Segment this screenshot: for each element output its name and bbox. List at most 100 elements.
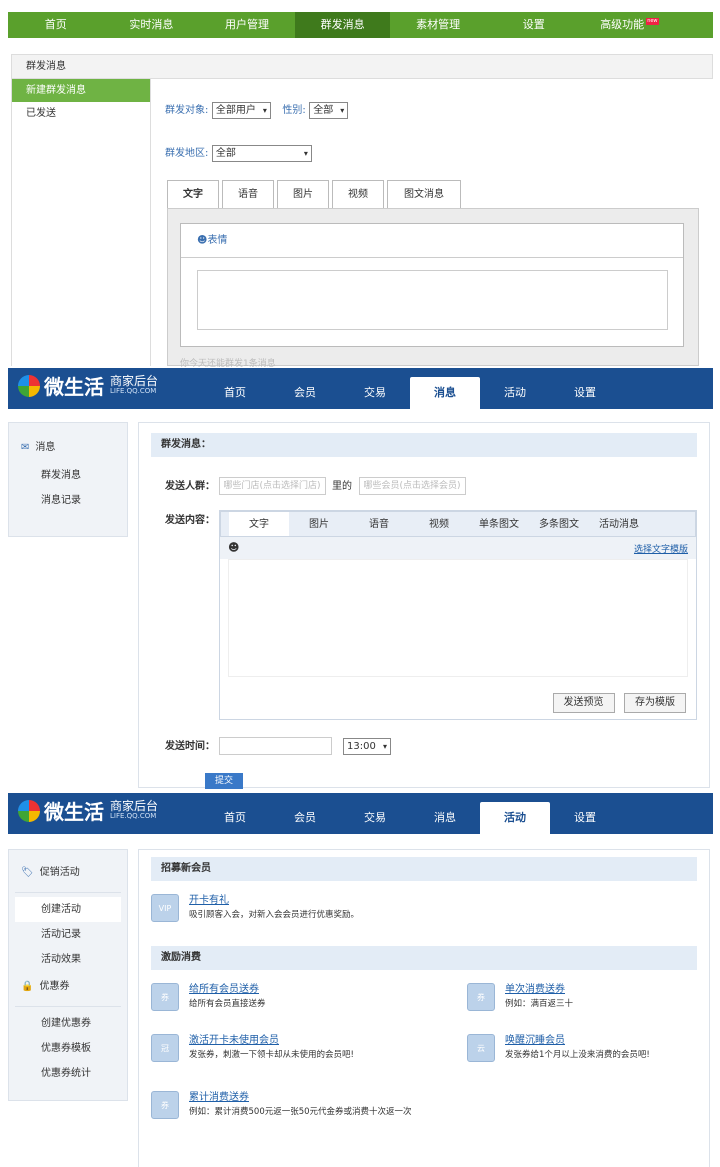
tab-video[interactable]: 视频 bbox=[332, 180, 384, 209]
nav-settings[interactable]: 设置 bbox=[486, 12, 582, 38]
coupon-icon: 券 bbox=[151, 1091, 179, 1119]
nav-trade[interactable]: 交易 bbox=[340, 802, 410, 834]
activity-desc: 例如：满百返三十 bbox=[505, 999, 574, 1009]
nav-members[interactable]: 会员 bbox=[270, 802, 340, 834]
nav-members[interactable]: 会员 bbox=[270, 377, 340, 409]
chevron-down-icon: ▾ bbox=[340, 105, 345, 115]
nav-home[interactable]: 首页 bbox=[200, 802, 270, 834]
target-select[interactable]: 全部用户 ▾ bbox=[211, 101, 271, 119]
preview-button[interactable]: 发送预览 bbox=[552, 693, 615, 713]
member-picker[interactable]: 哪些会员(点击选择会员) bbox=[358, 477, 466, 495]
sidebar-item-activity-records[interactable]: 活动记录 bbox=[9, 922, 127, 947]
sidebar-item-create-activity[interactable]: 创建活动 bbox=[15, 897, 121, 922]
tab-activity-msg[interactable]: 活动消息 bbox=[589, 512, 649, 536]
sidebar-item-coupon-stats[interactable]: 优惠券统计 bbox=[9, 1061, 127, 1086]
submit-button[interactable]: 提交 bbox=[205, 773, 243, 789]
sidebar-item-coupon-template[interactable]: 优惠券模板 bbox=[9, 1036, 127, 1061]
logo-sub: 商家后台 LIFE.QQ.COM bbox=[110, 798, 159, 821]
nav-activity[interactable]: 活动 bbox=[480, 802, 550, 834]
sidebar-item-activity-effect[interactable]: 活动效果 bbox=[9, 947, 127, 972]
smiley-icon[interactable]: ☻ bbox=[197, 235, 207, 246]
top-nav: 首页 实时消息 用户管理 群发消息 素材管理 设置 高级功能 new bbox=[8, 12, 713, 38]
gender-label: 性别: bbox=[282, 105, 306, 116]
message-form-panel: 群发消息： 发送人群： 哪些门店(点击选择门店) 里的 哪些会员(点击选择会员)… bbox=[138, 422, 710, 789]
emoji-button[interactable]: 表情 bbox=[207, 235, 227, 246]
sidebar-item-mass[interactable]: 群发消息 bbox=[9, 463, 127, 488]
editor: ☻表情 bbox=[180, 223, 684, 347]
activity-desc: 例如：累计消费500元返一张50元代金券或消费十次返一次 bbox=[189, 1107, 412, 1117]
nav-activity[interactable]: 活动 bbox=[480, 377, 550, 409]
select-value: 全部 bbox=[215, 147, 236, 159]
editor-box: ☻表情 bbox=[167, 208, 699, 366]
time-label: 发送时间： bbox=[165, 741, 215, 752]
sidebar-item-new-mass[interactable]: 新建群发消息 bbox=[12, 79, 150, 102]
tab-text[interactable]: 文字 bbox=[167, 180, 219, 209]
logo-subtitle: 商家后台 bbox=[110, 798, 159, 813]
region-select[interactable]: 全部 ▾ bbox=[211, 144, 312, 162]
nav-settings[interactable]: 设置 bbox=[550, 377, 620, 409]
nav-mass[interactable]: 群发消息 bbox=[294, 12, 391, 38]
header-bar: 微生活 商家后台 LIFE.QQ.COM 首页 会员 交易 消息 活动 设置 bbox=[8, 368, 713, 409]
tab-image[interactable]: 图片 bbox=[289, 512, 349, 536]
tab-image[interactable]: 图片 bbox=[277, 180, 329, 209]
section-incentive: 激励消费 bbox=[151, 946, 697, 970]
template-link[interactable]: 选择文字模版 bbox=[634, 542, 688, 555]
nav-advanced[interactable]: 高级功能 new bbox=[582, 12, 678, 38]
nav-realtime[interactable]: 实时消息 bbox=[104, 12, 200, 38]
nav-materials[interactable]: 素材管理 bbox=[390, 12, 486, 38]
smiley-icon[interactable]: ☻ bbox=[228, 541, 239, 554]
sidebar-item-sent[interactable]: 已发送 bbox=[12, 102, 150, 125]
store-picker[interactable]: 哪些门店(点击选择门店) bbox=[218, 477, 326, 495]
editor-actions: 发送预览 存为模版 bbox=[552, 693, 686, 713]
editor-toolbar: ☻ 选择文字模版 bbox=[220, 537, 696, 559]
message-type-tabs: 文字 语音 图片 视频 图文消息 bbox=[167, 180, 464, 209]
nav-label: 实时消息 bbox=[129, 18, 174, 31]
tab-video[interactable]: 视频 bbox=[409, 512, 469, 536]
tab-voice[interactable]: 语音 bbox=[222, 180, 274, 209]
content-tabs: 文字 图片 语音 视频 单条图文 多条图文 活动消息 bbox=[220, 511, 696, 537]
nav-trade[interactable]: 交易 bbox=[340, 377, 410, 409]
activity-link[interactable]: 激活开卡未使用会员 bbox=[189, 1034, 354, 1048]
activity-link[interactable]: 累计消费送券 bbox=[189, 1091, 412, 1105]
side-title: 消息 bbox=[35, 442, 56, 453]
logo-url: LIFE.QQ.COM bbox=[110, 386, 157, 395]
date-input[interactable] bbox=[218, 737, 332, 755]
tab-single-news[interactable]: 单条图文 bbox=[469, 512, 529, 536]
save-template-button[interactable]: 存为模版 bbox=[624, 693, 686, 713]
gender-select[interactable]: 全部 ▾ bbox=[309, 101, 349, 119]
crown-icon: 冠 bbox=[151, 1034, 179, 1062]
nav-users[interactable]: 用户管理 bbox=[199, 12, 295, 38]
nav-messages[interactable]: 消息 bbox=[410, 377, 480, 409]
tab-news[interactable]: 图文消息 bbox=[387, 180, 461, 209]
of-text: 里的 bbox=[332, 481, 353, 492]
nav-home[interactable]: 首页 bbox=[8, 12, 104, 38]
activity-item: 云 唤醒沉睡会员 发张券给1个月以上没来消费的会员吧! bbox=[467, 1034, 650, 1062]
content-label: 发送内容： bbox=[165, 515, 215, 526]
nav-home[interactable]: 首页 bbox=[200, 377, 270, 409]
message-textarea[interactable] bbox=[197, 270, 668, 330]
section-recruit: 招募新会员 bbox=[151, 857, 697, 881]
header-bar: 微生活 商家后台 LIFE.QQ.COM 首页 会员 交易 消息 活动 设置 bbox=[8, 793, 713, 834]
activity-text: 唤醒沉睡会员 发张券给1个月以上没来消费的会员吧! bbox=[505, 1034, 650, 1062]
activity-link[interactable]: 唤醒沉睡会员 bbox=[505, 1034, 650, 1048]
chevron-down-icon: ▾ bbox=[303, 148, 308, 158]
activity-desc: 给所有会员直接送券 bbox=[189, 999, 266, 1009]
tab-voice[interactable]: 语音 bbox=[349, 512, 409, 536]
side-heading: 🔒 优惠券 bbox=[9, 972, 127, 1002]
time-select[interactable]: 13:00 ▾ bbox=[343, 737, 391, 755]
tab-multi-news[interactable]: 多条图文 bbox=[529, 512, 589, 536]
sidebar-item-records[interactable]: 消息记录 bbox=[9, 488, 127, 513]
nav-settings[interactable]: 设置 bbox=[550, 802, 620, 834]
panel-wechat-mass-message: 首页 实时消息 用户管理 群发消息 素材管理 设置 高级功能 new 群发消息 新… bbox=[0, 0, 720, 369]
activity-link[interactable]: 单次消费送券 bbox=[505, 983, 573, 997]
sidebar-item-create-coupon[interactable]: 创建优惠券 bbox=[9, 1011, 127, 1036]
activity-link[interactable]: 开卡有礼 bbox=[189, 894, 359, 908]
nav-messages[interactable]: 消息 bbox=[410, 802, 480, 834]
activity-link[interactable]: 给所有会员送券 bbox=[189, 983, 266, 997]
message-textarea[interactable] bbox=[228, 559, 688, 677]
logo: 微生活 商家后台 LIFE.QQ.COM bbox=[18, 371, 158, 400]
logo-subtitle: 商家后台 bbox=[110, 373, 159, 388]
section-title: 群发消息： bbox=[151, 433, 697, 457]
tag-icon: 🏷 bbox=[21, 867, 34, 878]
tab-text[interactable]: 文字 bbox=[229, 512, 289, 536]
